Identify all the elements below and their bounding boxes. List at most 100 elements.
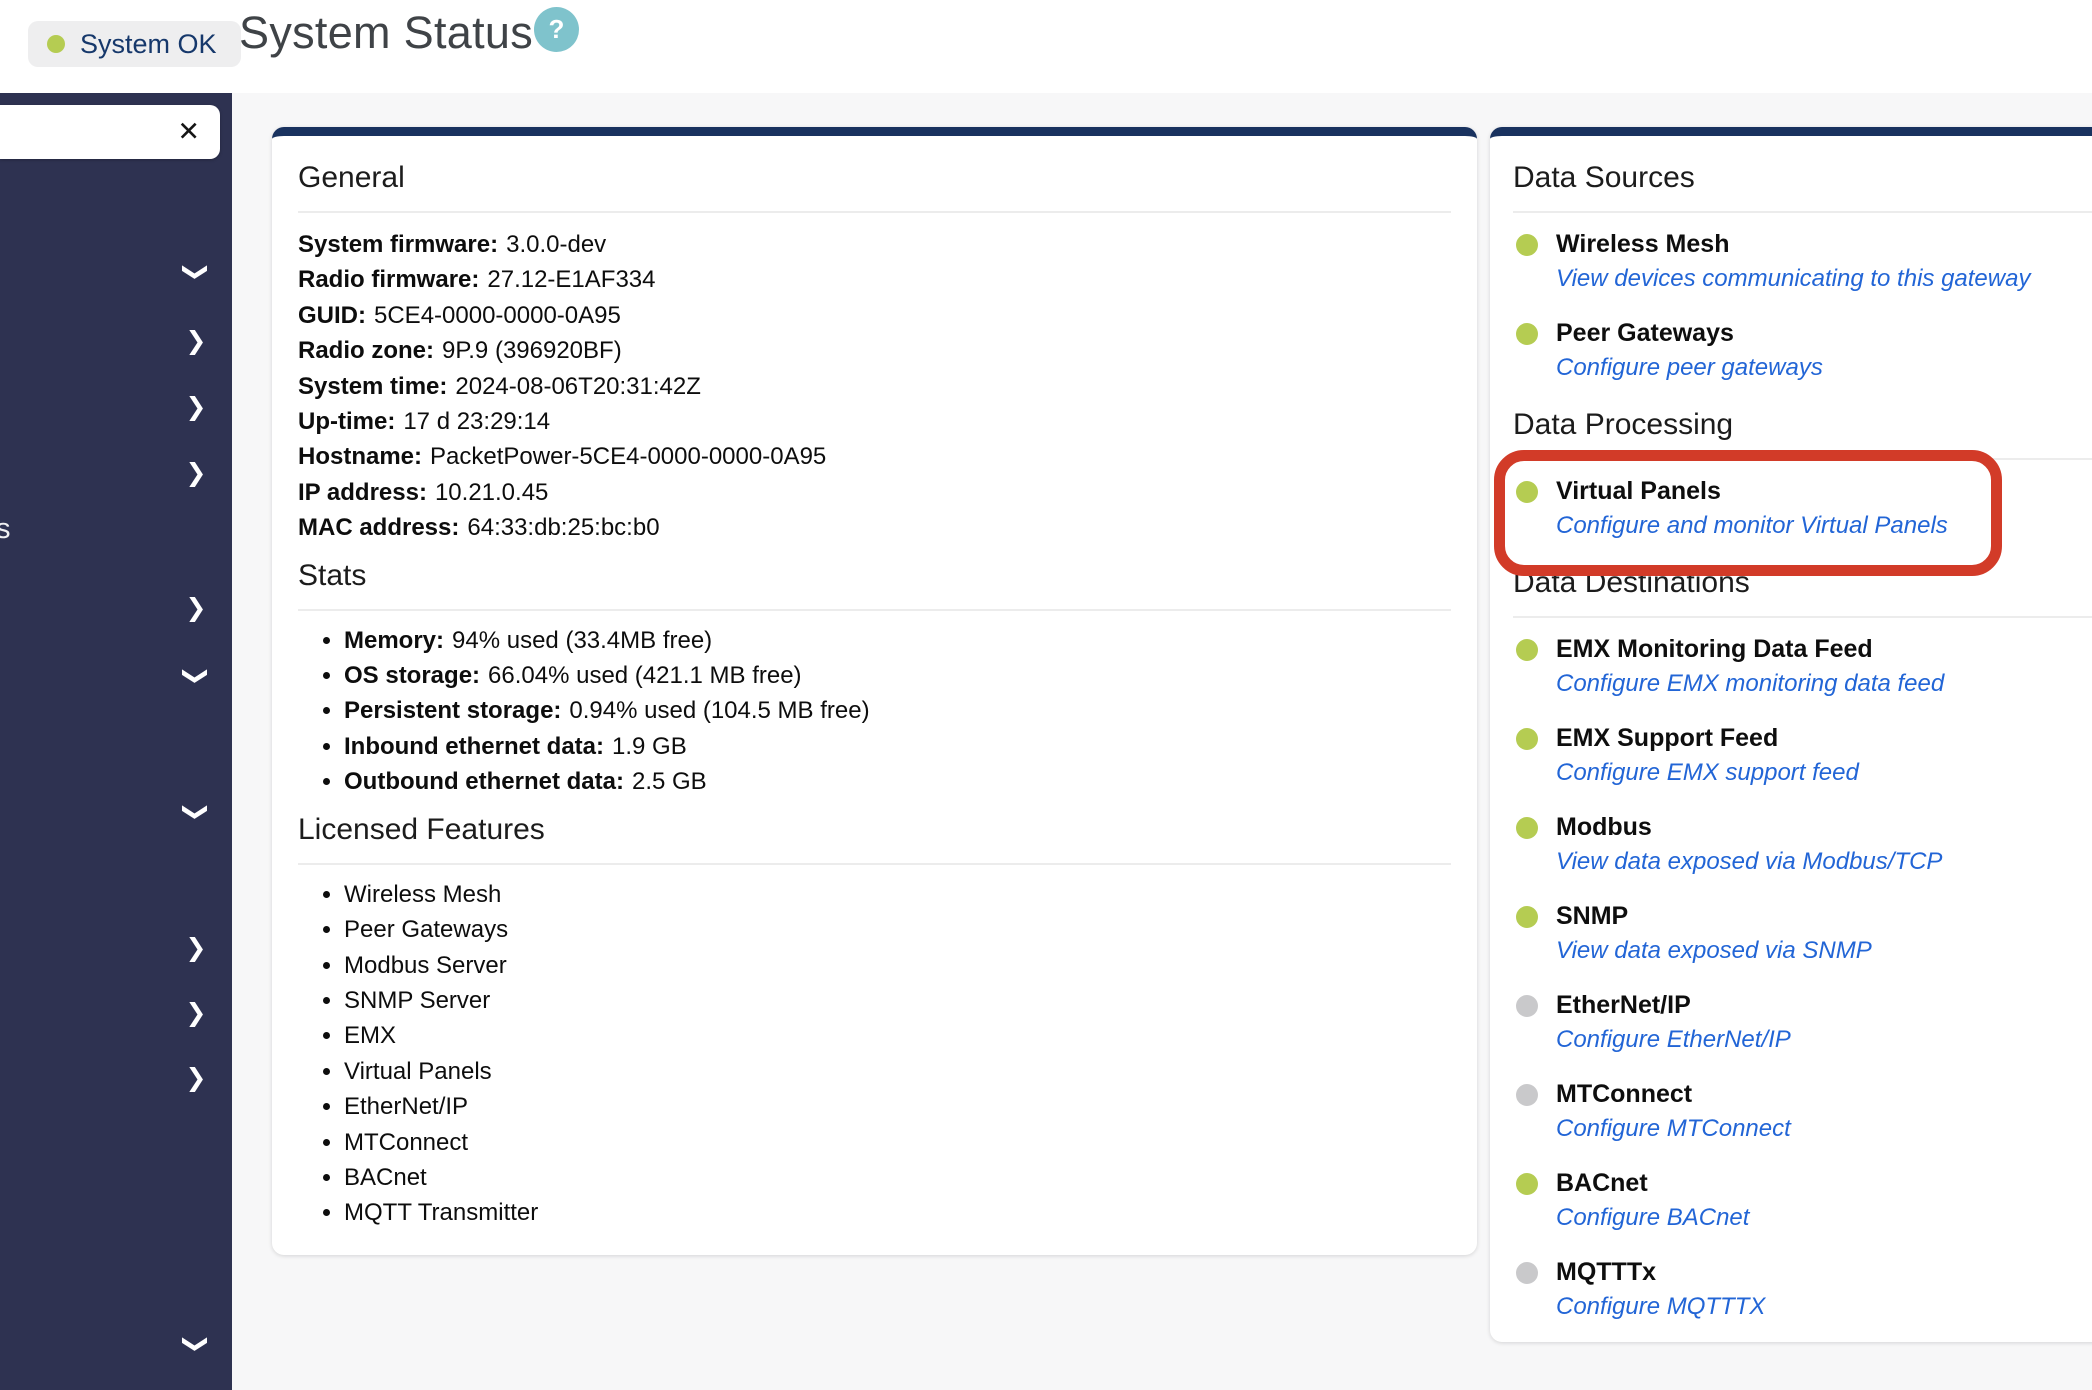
status-dot	[1516, 1084, 1538, 1106]
chevron-down-icon[interactable]: ❯	[181, 797, 211, 827]
licensed-feature-item: MTConnect	[344, 1125, 1451, 1160]
help-icon[interactable]: ?	[534, 7, 579, 52]
top-header: System OK System Status ?	[0, 0, 2092, 93]
item-link[interactable]: View data exposed via Modbus/TCP	[1556, 847, 1942, 877]
stat-item: Persistent storage:0.94% used (104.5 MB …	[344, 693, 1451, 728]
licensed-feature-item: Peer Gateways	[344, 912, 1451, 947]
chevron-right-icon[interactable]: ❯	[181, 1063, 211, 1093]
info-label: MAC address:	[298, 514, 459, 541]
item-title: BACnet	[1556, 1168, 2092, 1199]
chevron-right-icon[interactable]: ❯	[181, 458, 211, 488]
data-destination-item: EtherNet/IP Configure EtherNet/IP	[1513, 990, 2092, 1055]
status-badge-label: System OK	[80, 29, 217, 60]
info-row: System firmware:3.0.0-dev	[298, 227, 1451, 262]
chevron-right-icon[interactable]: ❯	[181, 593, 211, 623]
licensed-feature-item: Modbus Server	[344, 948, 1451, 983]
info-row: IP address: 10.21.0.45	[298, 475, 1451, 510]
stat-value: 1.9 GB	[612, 733, 687, 760]
item-link[interactable]: View devices communicating to this gatew…	[1556, 264, 2030, 294]
item-title: Peer Gateways	[1556, 318, 2092, 349]
status-dot	[1516, 817, 1538, 839]
stat-value: 2.5 GB	[632, 768, 707, 795]
data-destinations-list: EMX Monitoring Data Feed Configure EMX m…	[1513, 634, 2092, 1322]
chevron-right-icon[interactable]: ❯	[181, 998, 211, 1028]
data-processing-heading: Data Processing	[1513, 407, 2092, 443]
info-value: 2024-08-06T20:31:42Z	[455, 373, 701, 400]
status-dot	[1516, 481, 1538, 503]
data-source-item: Wireless Mesh View devices communicating…	[1513, 229, 2092, 294]
licensed-features-list: Wireless Mesh Peer Gateways Modbus Serve…	[298, 877, 1451, 1231]
close-icon[interactable]: ✕	[177, 119, 200, 146]
divider	[1513, 211, 2092, 213]
chevron-right-icon[interactable]: ❯	[181, 392, 211, 422]
sidebar-menu-panel: ✕	[0, 105, 220, 159]
licensed-feature-item: Wireless Mesh	[344, 877, 1451, 912]
stat-label: Outbound ethernet data:	[344, 768, 624, 795]
item-link[interactable]: Configure EMX support feed	[1556, 758, 1859, 788]
status-dot	[1516, 639, 1538, 661]
general-info-list: System firmware:3.0.0-dev Radio firmware…	[298, 227, 1451, 546]
info-value: PacketPower-5CE4-0000-0000-0A95	[430, 443, 826, 470]
item-link[interactable]: Configure MQTTTX	[1556, 1292, 1765, 1322]
licensed-feature-item: SNMP Server	[344, 983, 1451, 1018]
item-link[interactable]: Configure BACnet	[1556, 1203, 1749, 1233]
item-link[interactable]: View data exposed via SNMP	[1556, 936, 1872, 966]
sidebar-clipped-label: s	[0, 513, 11, 546]
chevron-down-icon[interactable]: ❯	[181, 257, 211, 287]
stat-item: Memory: 94% used (33.4MB free)	[344, 623, 1451, 658]
general-card: General System firmware:3.0.0-dev Radio …	[272, 127, 1477, 1255]
chevron-right-icon[interactable]: ❯	[181, 326, 211, 356]
info-value: 9P.9 (396920BF)	[442, 337, 622, 364]
data-destination-item: EMX Support Feed Configure EMX support f…	[1513, 723, 2092, 788]
data-destination-item: MQTTTx Configure MQTTTX	[1513, 1257, 2092, 1322]
info-row: System time:2024-08-06T20:31:42Z	[298, 369, 1451, 404]
info-row: GUID:5CE4-0000-0000-0A95	[298, 298, 1451, 333]
item-title: MTConnect	[1556, 1079, 2092, 1110]
system-status-badge: System OK	[28, 21, 241, 67]
chevron-right-icon[interactable]: ❯	[181, 933, 211, 963]
info-label: Radio zone:	[298, 337, 434, 364]
info-label: Up-time:	[298, 408, 395, 435]
item-link[interactable]: Configure and monitor Virtual Panels	[1556, 511, 1948, 541]
status-dot	[1516, 1262, 1538, 1284]
data-status-card: Data Sources Wireless Mesh View devices …	[1490, 127, 2092, 1342]
info-value: 10.21.0.45	[435, 479, 548, 506]
status-dot	[1516, 234, 1538, 256]
divider	[1513, 458, 2092, 460]
stat-item: Outbound ethernet data: 2.5 GB	[344, 764, 1451, 799]
stat-label: OS storage:	[344, 662, 480, 689]
stat-label: Memory:	[344, 627, 444, 654]
item-link[interactable]: Configure peer gateways	[1556, 353, 1823, 383]
info-row: Up-time: 17 d 23:29:14	[298, 404, 1451, 439]
info-value: 17 d 23:29:14	[403, 408, 550, 435]
data-sources-list: Wireless Mesh View devices communicating…	[1513, 229, 2092, 383]
stat-value: 94% used (33.4MB free)	[452, 627, 712, 654]
item-title: Modbus	[1556, 812, 2092, 843]
item-link[interactable]: Configure EtherNet/IP	[1556, 1025, 1791, 1055]
stat-item: OS storage:66.04% used (421.1 MB free)	[344, 658, 1451, 693]
divider	[298, 211, 1451, 213]
licensed-feature-item: EMX	[344, 1018, 1451, 1053]
item-link[interactable]: Configure MTConnect	[1556, 1114, 1791, 1144]
item-title: EMX Support Feed	[1556, 723, 2092, 754]
stat-label: Persistent storage:	[344, 697, 561, 724]
info-label: IP address:	[298, 479, 427, 506]
item-link[interactable]: Configure EMX monitoring data feed	[1556, 669, 1944, 699]
data-processing-list: Virtual Panels Configure and monitor Vir…	[1513, 476, 2092, 541]
licensed-feature-item: Virtual Panels	[344, 1054, 1451, 1089]
licensed-feature-item: BACnet	[344, 1160, 1451, 1195]
item-title: Virtual Panels	[1556, 476, 2092, 507]
sidebar: ✕ ❯ ❯ ❯ ❯ s ❯ ❯ ❯ ❯ ❯ ❯ ❯	[0, 93, 232, 1390]
divider	[298, 863, 1451, 865]
item-title: EtherNet/IP	[1556, 990, 2092, 1021]
divider	[298, 609, 1451, 611]
chevron-down-icon[interactable]: ❯	[181, 661, 211, 691]
status-dot	[1516, 995, 1538, 1017]
status-dot	[1516, 1173, 1538, 1195]
info-value: 27.12-E1AF334	[487, 266, 655, 293]
chevron-down-icon[interactable]: ❯	[181, 1329, 211, 1359]
info-value: 5CE4-0000-0000-0A95	[374, 302, 621, 329]
info-row: Hostname:PacketPower-5CE4-0000-0000-0A95	[298, 439, 1451, 474]
status-dot	[1516, 323, 1538, 345]
stat-label: Inbound ethernet data:	[344, 733, 604, 760]
